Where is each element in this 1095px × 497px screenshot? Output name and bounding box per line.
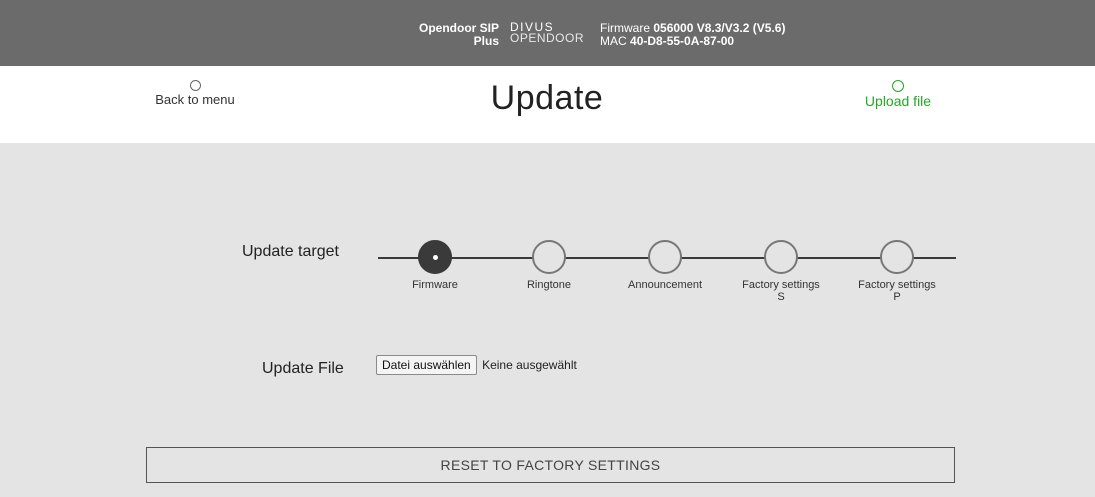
step-label: Ringtone xyxy=(494,279,604,291)
step-announcement[interactable]: Announcement xyxy=(610,240,720,291)
update-file-label: Update File xyxy=(262,360,344,377)
step-label-line1: Firmware xyxy=(412,279,458,291)
step-ringtone-radio[interactable] xyxy=(532,240,566,274)
reset-factory-settings-button[interactable]: RESET TO FACTORY SETTINGS xyxy=(146,447,955,483)
file-status: Keine ausgewählt xyxy=(482,358,577,372)
page-header: Back to menu Update Upload file xyxy=(0,66,1095,143)
step-label: Factory settings S xyxy=(726,279,836,303)
file-input: Datei auswählen Keine ausgewählt xyxy=(376,355,577,375)
step-label: Factory settings P xyxy=(842,279,952,303)
product-name: Opendoor SIP Plus xyxy=(396,22,499,48)
step-factory-settings-s[interactable]: Factory settings S xyxy=(726,240,836,303)
choose-file-button[interactable]: Datei auswählen xyxy=(376,355,477,375)
back-label: Back to menu xyxy=(155,92,235,107)
divus-logo: DIVUS OPENDOOR xyxy=(510,21,585,45)
mac-label: MAC xyxy=(600,34,627,48)
step-label-line2: S xyxy=(777,291,785,303)
product-name-line2: Plus xyxy=(473,34,499,48)
mac-info: MAC 40-D8-55-0A-87-00 xyxy=(600,35,785,48)
top-bar: Opendoor SIP Plus DIVUS OPENDOOR Firmwar… xyxy=(0,0,1095,66)
update-target-label: Update target xyxy=(242,243,339,260)
step-label-line2: P xyxy=(893,291,901,303)
step-factory-p-radio[interactable] xyxy=(880,240,914,274)
step-factory-settings-p[interactable]: Factory settings P xyxy=(842,240,952,303)
step-ringtone[interactable]: Ringtone xyxy=(494,240,604,291)
back-to-menu-button[interactable]: Back to menu xyxy=(140,80,250,107)
firmware-value: 056000 V8.3/V3.2 (V5.6) xyxy=(653,21,786,35)
step-label-line1: Factory settings xyxy=(742,279,820,291)
step-firmware-radio[interactable] xyxy=(418,240,452,274)
upload-label: Upload file xyxy=(864,93,932,109)
firmware-label: Firmware xyxy=(600,21,650,35)
step-announcement-radio[interactable] xyxy=(648,240,682,274)
mac-value: 40-D8-55-0A-87-00 xyxy=(630,34,735,48)
step-firmware[interactable]: Firmware xyxy=(380,240,490,291)
step-label-line1: Ringtone xyxy=(526,279,572,291)
page-title: Update xyxy=(490,79,604,117)
logo-line2: OPENDOOR xyxy=(510,31,585,45)
upload-file-button[interactable]: Upload file xyxy=(848,80,948,109)
device-info: Firmware 056000 V8.3/V3.2 (V5.6) MAC 40-… xyxy=(600,22,785,48)
upload-circle-icon xyxy=(892,80,904,92)
step-label-line1: Announcement xyxy=(628,279,702,291)
step-factory-s-radio[interactable] xyxy=(764,240,798,274)
step-label: Firmware xyxy=(380,279,490,291)
step-label: Announcement xyxy=(610,279,720,291)
back-circle-icon xyxy=(189,80,201,91)
step-label-line1: Factory settings xyxy=(858,279,936,291)
update-form: Update target Firmware Ringtone Announce… xyxy=(0,143,1095,497)
